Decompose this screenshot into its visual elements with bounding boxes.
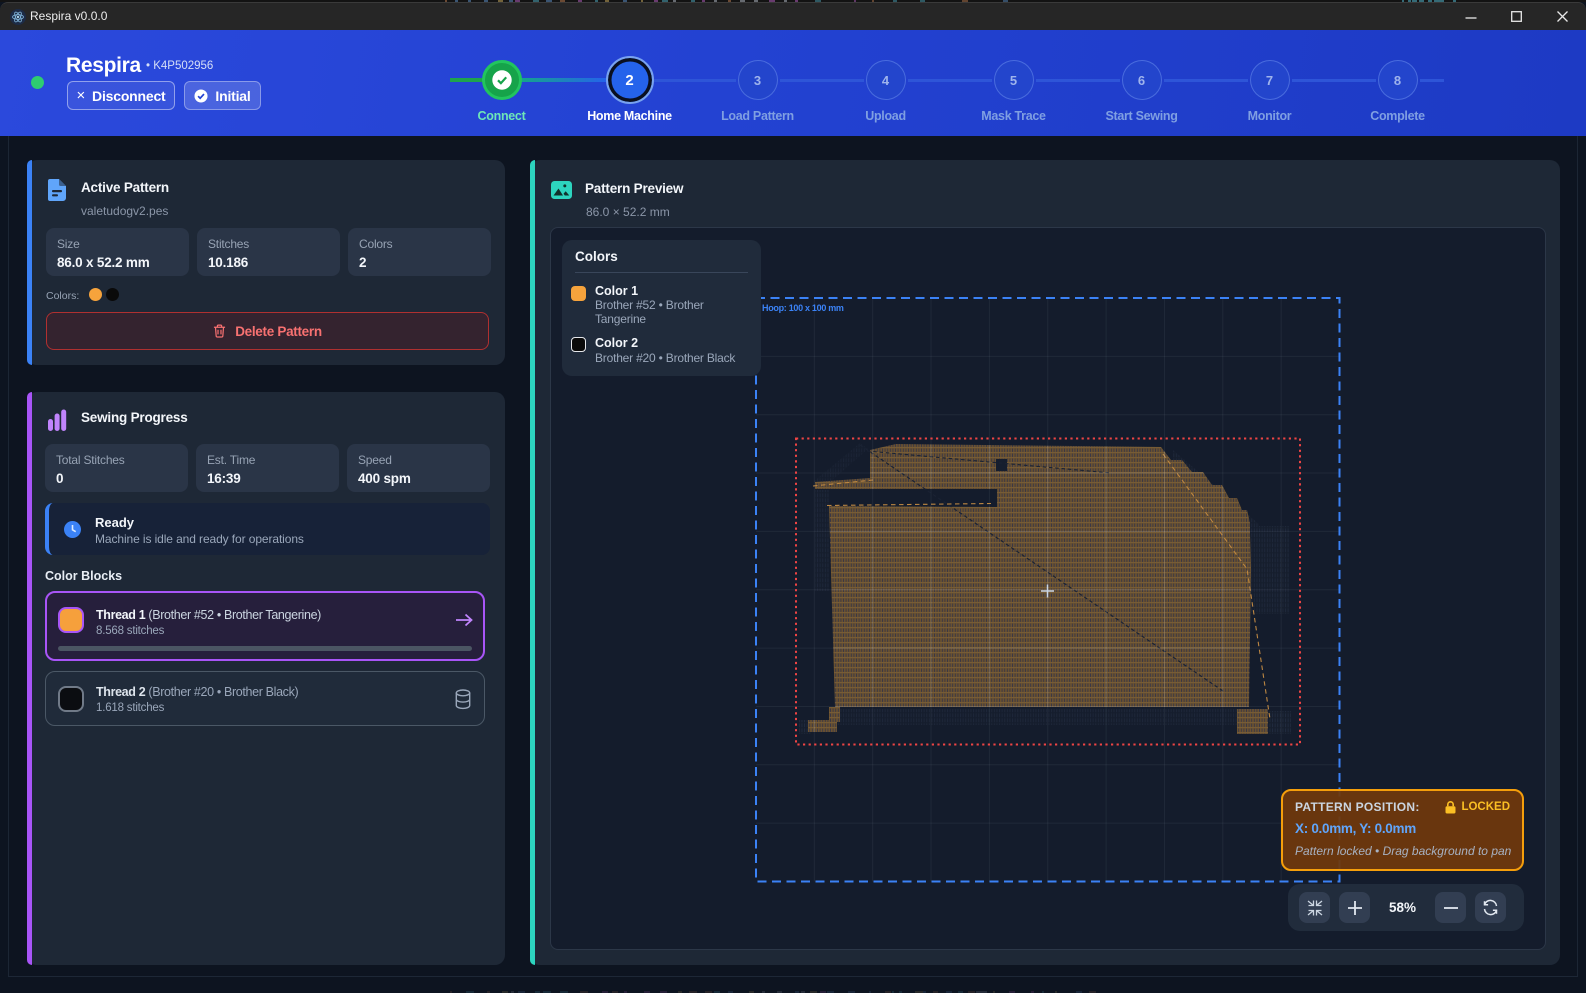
svg-text:Hoop: 100 x 100 mm: Hoop: 100 x 100 mm: [762, 303, 844, 313]
